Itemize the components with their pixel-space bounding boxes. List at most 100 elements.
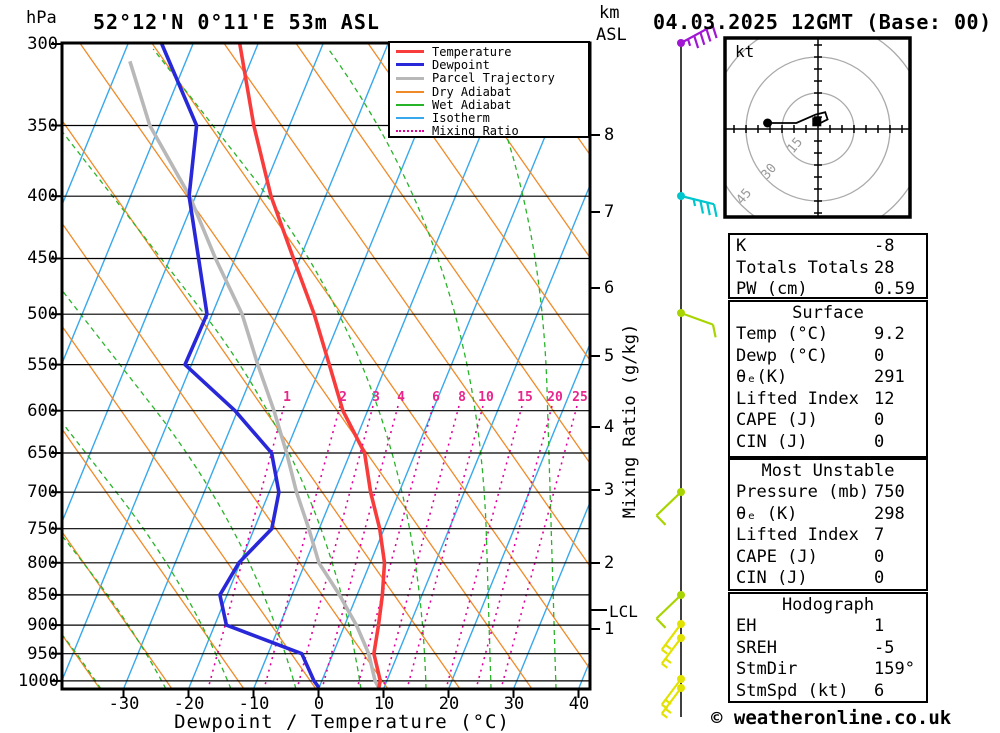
table-row-label: Lifted Index bbox=[736, 525, 859, 546]
table-row-value: 12 bbox=[874, 388, 895, 409]
legend-line-sample bbox=[396, 117, 424, 120]
mixing-ratio-value-label: 6 bbox=[432, 390, 440, 405]
table-row-label: Totals Totals bbox=[736, 257, 870, 278]
legend-row: Wet Adiabat bbox=[390, 98, 588, 112]
table-row-label: StmSpd (kt) bbox=[736, 680, 849, 701]
legend-row: Dewpoint bbox=[390, 57, 588, 72]
table-row-label: CIN (J) bbox=[736, 568, 808, 589]
table-row: K -8 bbox=[730, 236, 926, 258]
hodograph-ring-label: 15 bbox=[785, 135, 807, 157]
skewt-sounding-page: 15 30 45 hPa 52°12'N 0°11'E 53m ASL km ASL… bbox=[0, 0, 1000, 733]
table-row: Dewp (°C) 0 bbox=[730, 346, 926, 368]
table-row: θₑ (K) 298 bbox=[730, 504, 926, 526]
legend-label: Dry Adiabat bbox=[432, 84, 512, 99]
pressure-tick-label: 450 bbox=[27, 248, 58, 268]
table-row-value: 291 bbox=[874, 367, 905, 388]
index-table: Surface Temp (°C) 9.2 Dewp (°C) 0 θₑ(K) 291 Lif… bbox=[728, 300, 928, 458]
mixing-ratio-value-label: 8 bbox=[458, 390, 466, 405]
pressure-tick-label: 800 bbox=[27, 553, 58, 573]
table-row-value: 298 bbox=[874, 503, 905, 524]
legend-line-sample bbox=[396, 50, 424, 54]
isotherm-lines bbox=[62, 43, 590, 689]
table-row: SREH -5 bbox=[730, 638, 926, 660]
km-tick-label: 2 bbox=[604, 553, 615, 573]
table-row-value: 6 bbox=[874, 680, 885, 701]
index-table: K -8 Totals Totals 28 PW (cm) 0.59 bbox=[728, 233, 928, 299]
copyright: © weatheronline.co.uk bbox=[711, 707, 952, 729]
table-row-value: 0 bbox=[874, 568, 885, 589]
table-row-label: StmDir bbox=[736, 659, 798, 680]
altitude-axis-unit-asl: ASL bbox=[596, 25, 627, 45]
table-row-label: Lifted Index bbox=[736, 388, 859, 409]
table-row: CAPE (J) 0 bbox=[730, 547, 926, 569]
table-row: StmSpd (kt) 6 bbox=[730, 681, 926, 703]
table-row: EH 1 bbox=[730, 616, 926, 638]
legend-row: Dry Adiabat bbox=[390, 84, 588, 99]
legend-label: Temperature bbox=[432, 44, 512, 59]
table-title: Surface bbox=[792, 303, 864, 323]
wind-barb bbox=[677, 192, 718, 218]
table-row-label: Temp (°C) bbox=[736, 324, 829, 344]
temperature-tick-label: -20 bbox=[173, 694, 205, 714]
table-row: Totals Totals 28 bbox=[730, 258, 926, 280]
table-row-value: -5 bbox=[874, 637, 895, 658]
table-row-value: 28 bbox=[874, 257, 895, 278]
altitude-axis-unit-km: km bbox=[599, 3, 620, 23]
km-tick-label: 6 bbox=[604, 278, 615, 298]
mixing-ratio-value-label: 3 bbox=[372, 390, 380, 405]
table-row-value: -8 bbox=[874, 236, 895, 256]
table-row-label: SREH bbox=[736, 637, 777, 658]
table-row-label: θₑ(K) bbox=[736, 367, 788, 388]
legend-line-sample bbox=[396, 103, 424, 106]
table-row-value: 0 bbox=[874, 431, 885, 452]
legend-line-sample bbox=[396, 130, 424, 133]
table-row-value: 1 bbox=[874, 616, 885, 636]
km-tick-label: 3 bbox=[604, 480, 615, 500]
hodograph-ring-label: 30 bbox=[759, 161, 781, 183]
pressure-tick-label: 300 bbox=[27, 34, 58, 54]
x-axis-title: Dewpoint / Temperature (°C) bbox=[174, 711, 510, 733]
dewpoint-curve bbox=[160, 43, 321, 689]
table-row-value: 9.2 bbox=[874, 324, 905, 344]
mixing-ratio-value-label: 1 bbox=[283, 390, 291, 405]
mixing-ratio-value-label: 25 bbox=[572, 390, 588, 405]
temperature-tick-label: 10 bbox=[373, 694, 395, 714]
temperature-tick-label: -10 bbox=[238, 694, 270, 714]
temperature-tick-label: 20 bbox=[438, 694, 460, 714]
legend-line-sample bbox=[396, 76, 424, 80]
temperature-tick-label: 0 bbox=[313, 694, 325, 714]
mixing-ratio-axis-label: Mixing Ratio (g/kg) bbox=[620, 323, 640, 519]
wind-barb bbox=[677, 309, 717, 338]
mixing-ratio-value-label: 4 bbox=[397, 390, 405, 405]
km-tick-label: 7 bbox=[604, 202, 615, 222]
legend-row: Isotherm bbox=[390, 111, 588, 125]
mixing-ratio-value-label: 2 bbox=[339, 390, 347, 405]
table-row-value: 0 bbox=[874, 410, 885, 431]
hodograph-start-dot bbox=[763, 118, 773, 128]
pressure-tick-label: 900 bbox=[27, 615, 58, 635]
legend-label: Dewpoint bbox=[432, 57, 490, 72]
temperature-tick-label: -30 bbox=[108, 694, 140, 714]
table-row-label: CAPE (J) bbox=[736, 410, 818, 431]
plot-frame bbox=[51, 41, 607, 698]
pressure-tick-label: 700 bbox=[27, 482, 58, 502]
mixing-ratio-value-label: 10 bbox=[478, 390, 494, 405]
table-title: Hodograph bbox=[781, 595, 875, 615]
pressure-grid-lines bbox=[62, 124, 590, 682]
table-row-label: PW (cm) bbox=[736, 279, 808, 300]
table-row-value: 7 bbox=[874, 525, 885, 546]
page-title: 52°12'N 0°11'E 53m ASL bbox=[93, 10, 380, 34]
hodograph-ring-label: 45 bbox=[734, 186, 756, 208]
legend-line-sample bbox=[396, 90, 424, 93]
index-table: Hodograph EH 1 SREH -5 StmDir 159° StmSpd (kt) 6 bbox=[728, 592, 928, 703]
table-row-label: θₑ (K) bbox=[736, 503, 798, 524]
table-row: PW (cm) 0.59 bbox=[730, 279, 926, 301]
pressure-tick-label: 500 bbox=[27, 304, 58, 324]
pressure-tick-label: 750 bbox=[27, 519, 58, 539]
table-title: Most Unstable bbox=[761, 461, 895, 481]
table-row-value: 750 bbox=[874, 482, 905, 502]
table-row: CIN (J) 0 bbox=[730, 568, 926, 590]
table-row: CAPE (J) 0 bbox=[730, 410, 926, 432]
table-row-label: Dewp (°C) bbox=[736, 345, 829, 366]
pressure-tick-label: 950 bbox=[27, 644, 58, 664]
